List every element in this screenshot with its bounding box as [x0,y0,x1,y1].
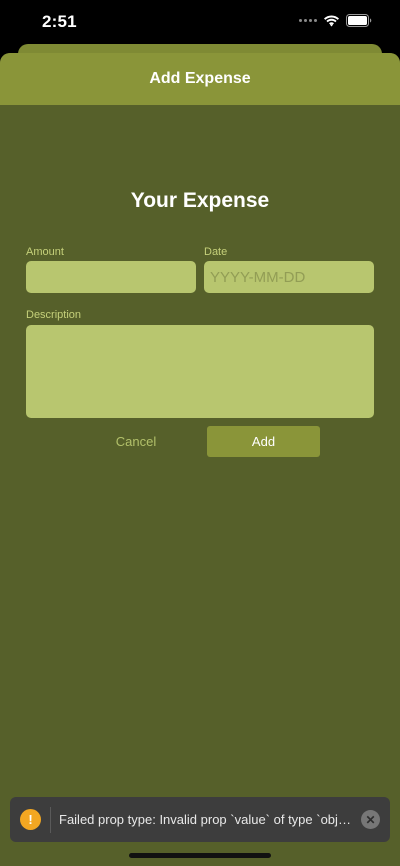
amount-input[interactable] [26,261,196,293]
signal-icon [299,19,317,22]
battery-icon [346,14,372,27]
wifi-icon [324,15,339,26]
amount-label: Amount [26,246,64,258]
warning-toast[interactable]: ! Failed prop type: Invalid prop `value`… [10,797,390,842]
warning-icon: ! [20,809,41,830]
status-icons [299,14,372,27]
toast-divider [50,806,51,833]
status-time: 2:51 [42,12,77,31]
description-input[interactable] [26,325,374,418]
toast-message: Failed prop type: Invalid prop `value` o… [59,812,353,827]
header: Add Expense [0,53,400,105]
close-icon[interactable]: ✕ [361,810,380,829]
date-label: Date [204,246,228,258]
add-button[interactable]: Add [207,426,320,457]
status-bar: 2:51 [0,0,400,46]
cancel-button[interactable]: Cancel [96,426,176,456]
home-indicator[interactable] [129,853,271,858]
form-title: Your Expense [130,189,270,212]
header-title: Add Expense [149,70,251,87]
modal-sheet: Add Expense Your Expense Amount Date Des… [0,53,400,866]
description-label: Description [26,309,82,321]
date-input[interactable] [204,261,374,293]
